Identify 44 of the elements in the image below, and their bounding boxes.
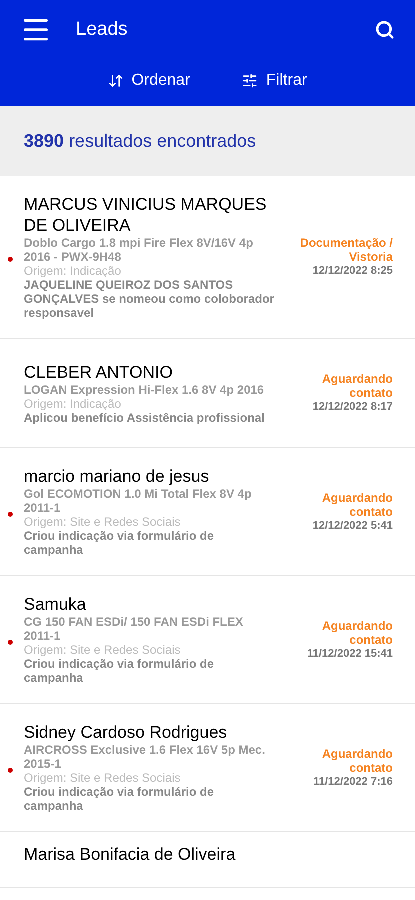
status-text: Aguardando contato [321, 372, 393, 400]
date-text: 11/12/2022 15:41 [307, 646, 393, 660]
vehicle-text: Doblo Cargo 1.8 mpi Fire Flex 8V/16V 4p 2016 - PWX-9H48 [24, 236, 254, 264]
vehicle-text: AIRCROSS Exclusive 1.6 Flex 16V 5p Mec. 2015-1 [24, 743, 266, 771]
lead-name: CLEBER ANTONIO [24, 362, 174, 382]
lead-name: Marisa Bonifacia de Oliveira [24, 844, 237, 865]
lead-name: MARCUS VINICIUS MARQUES DE OLIVEIRA [24, 194, 268, 236]
origin-text: Origem: Site e Redes Sociais [24, 643, 182, 657]
lead-item[interactable]: Samuka CG 150 FAN ESDi/ 150 FAN ESDi FLEX 2011-1 Origem: Site e Redes Sociais Criou indicação via formulário de campanha Aguardando contato 11/12/2022 15:41 [0, 576, 415, 704]
status-text: Aguardando contato [321, 746, 393, 774]
activity-text: JAQUELINE QUEIROZ DOS SANTOS GONÇALVES se nomeou como coloborador responsavel [24, 278, 276, 320]
date-text: 11/12/2022 7:16 [313, 774, 393, 788]
lead-name: marcio mariano de jesus [24, 466, 210, 487]
search-icon [375, 20, 395, 40]
date-text: 12/12/2022 5:41 [312, 518, 393, 532]
activity-text: Criou indicação via formulário de campanha [24, 529, 216, 557]
status-text: Documentação / Vistoria [299, 236, 393, 264]
status-text: Aguardando contato [321, 490, 393, 518]
date-text: 12/12/2022 8:25 [312, 264, 393, 278]
page-title: Leads [76, 18, 129, 42]
activity-text: Criou indicação via formulário de campanha [24, 785, 216, 813]
origin-text: Origem: Site e Redes Sociais [24, 771, 182, 785]
vehicle-text: CG 150 FAN ESDi/ 150 FAN ESDi FLEX 2011-1 [24, 615, 244, 643]
sort-button[interactable]: Ordenar [108, 69, 190, 93]
filter-button[interactable]: Filtrar [242, 69, 308, 93]
sort-icon [108, 73, 124, 89]
lead-item[interactable]: marcio mariano de jesus Gol ECOMOTION 1.0 Mi Total Flex 8V 4p 2011-1 Origem: Site e Redes Sociais Criou indicação via formulário de campanha Aguardando contato 12/12/2022 5:41 [0, 448, 415, 576]
lead-item[interactable]: CLEBER ANTONIO LOGAN Expression Hi-Flex 1.6 8V 4p 2016 Origem: Indicação Aplicou benefício Assistência profissional Aguardando contato 12/12/2022 8:17 [0, 339, 415, 448]
activity-text: Criou indicação via formulário de campanha [24, 657, 216, 685]
status-text: Aguardando contato [321, 618, 393, 646]
search-button[interactable] [375, 20, 395, 40]
lead-item[interactable]: Marisa Bonifacia de Oliveira [0, 832, 415, 888]
origin-text: Origem: Site e Redes Sociais [24, 515, 182, 529]
vehicle-text: Gol ECOMOTION 1.0 Mi Total Flex 8V 4p 2011-1 [24, 487, 253, 515]
lead-name: Sidney Cardoso Rodrigues [24, 722, 228, 743]
activity-text: Aplicou benefício Assistência profissional [24, 410, 266, 424]
results-count: 3890 resultados encontrados [24, 130, 256, 152]
origin-text: Origem: Indicação [24, 396, 122, 410]
filter-icon [242, 73, 258, 89]
lead-name: Samuka [24, 594, 88, 615]
origin-text: Origem: Indicação [24, 264, 122, 278]
vehicle-text: LOGAN Expression Hi-Flex 1.6 8V 4p 2016 [24, 382, 266, 396]
lead-item[interactable]: Sidney Cardoso Rodrigues AIRCROSS Exclusive 1.6 Flex 16V 5p Mec. 2015-1 Origem: Site e Redes Sociais Criou indicação via formulário de campanha Aguardando contato 11/12/2022 7:16 [0, 704, 415, 832]
date-text: 12/12/2022 8:17 [312, 400, 393, 414]
